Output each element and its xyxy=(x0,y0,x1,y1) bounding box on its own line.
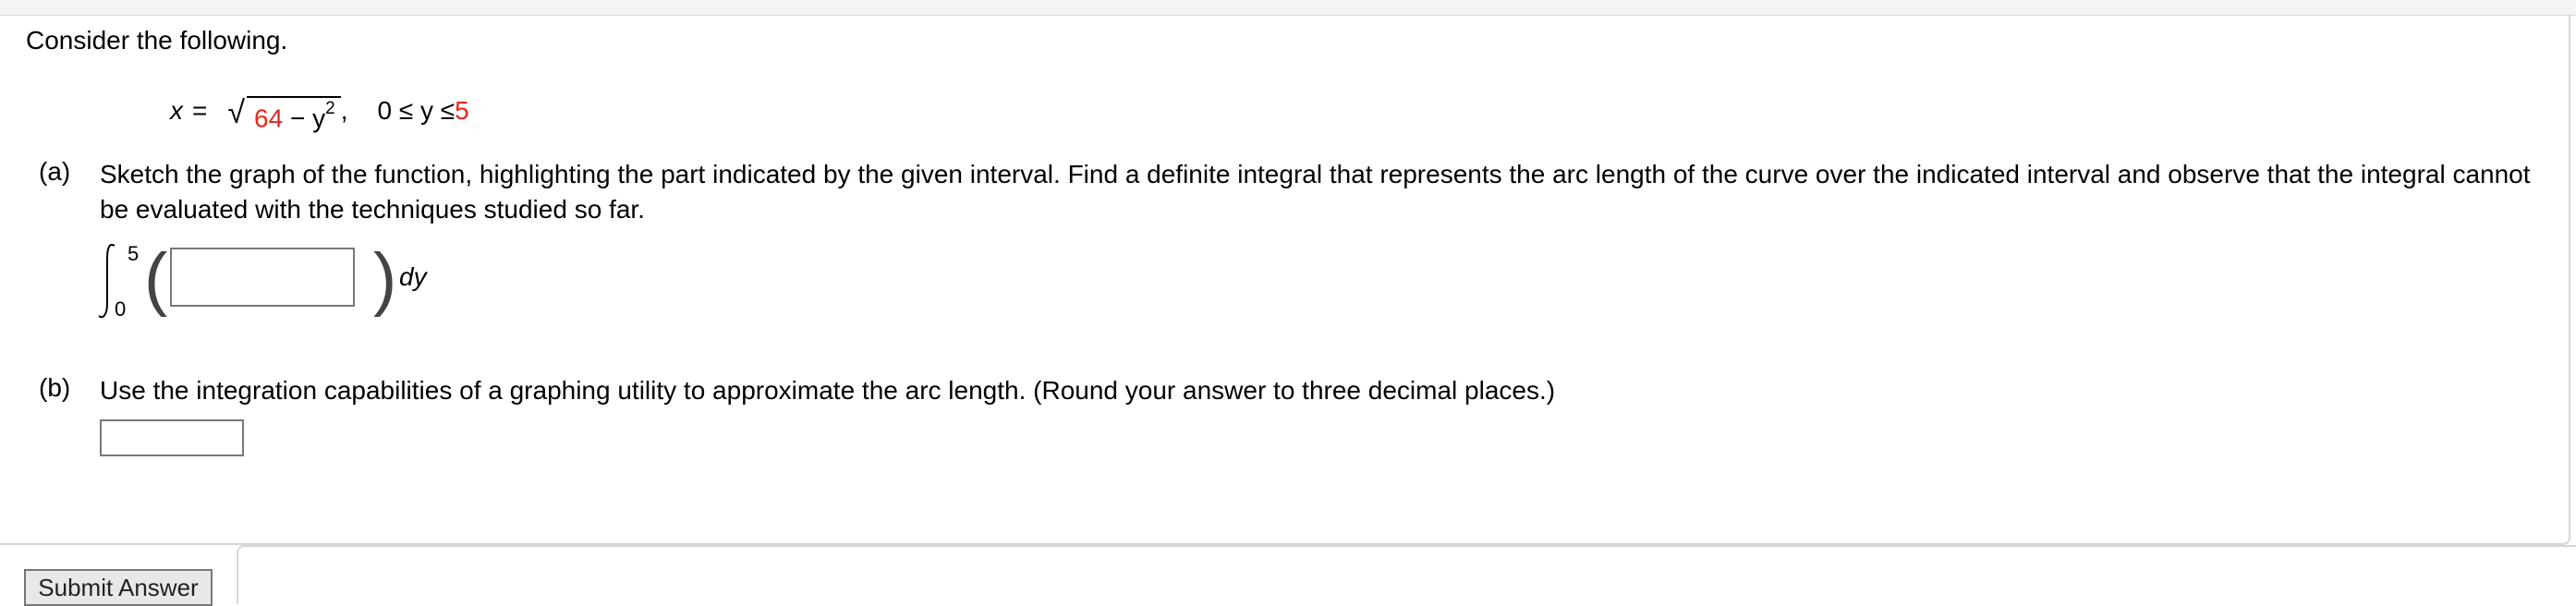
part-a-label: (a) xyxy=(39,157,71,186)
differential: dy xyxy=(399,262,427,291)
part-b-label: (b) xyxy=(39,373,71,402)
radicand-rest: − y xyxy=(283,103,326,133)
submit-answer-button[interactable]: Submit Answer xyxy=(24,569,213,606)
function-equation: x = √ 64 − y2 , 0 ≤ y ≤ 5 xyxy=(170,89,469,133)
interval-prefix: 0 ≤ y ≤ xyxy=(377,96,456,125)
equals-sign: = xyxy=(192,96,208,125)
left-paren: ( xyxy=(144,239,168,318)
radicand: 64 − y2 xyxy=(247,95,341,133)
interval-upper: 5 xyxy=(455,96,469,125)
integral-expression: 5 0 ( ) dy xyxy=(96,240,466,333)
square-root-icon: √ xyxy=(227,94,246,130)
part-b-text: Use the integration capabilities of a gr… xyxy=(100,376,1556,405)
top-bar xyxy=(0,0,2576,16)
integrand-input[interactable] xyxy=(170,248,355,307)
radicand-number: 64 xyxy=(254,103,284,133)
response-area xyxy=(237,545,2576,604)
right-paren: ) xyxy=(373,239,397,318)
equation-comma: , xyxy=(340,96,348,125)
part-a-text: Sketch the graph of the function, highli… xyxy=(100,160,2531,224)
equation-lhs: x xyxy=(170,96,183,125)
lower-limit: 0 xyxy=(115,297,127,321)
exponent: 2 xyxy=(325,98,335,118)
question-intro: Consider the following. xyxy=(26,26,288,55)
arc-length-input[interactable] xyxy=(100,419,244,456)
upper-limit: 5 xyxy=(128,242,140,265)
